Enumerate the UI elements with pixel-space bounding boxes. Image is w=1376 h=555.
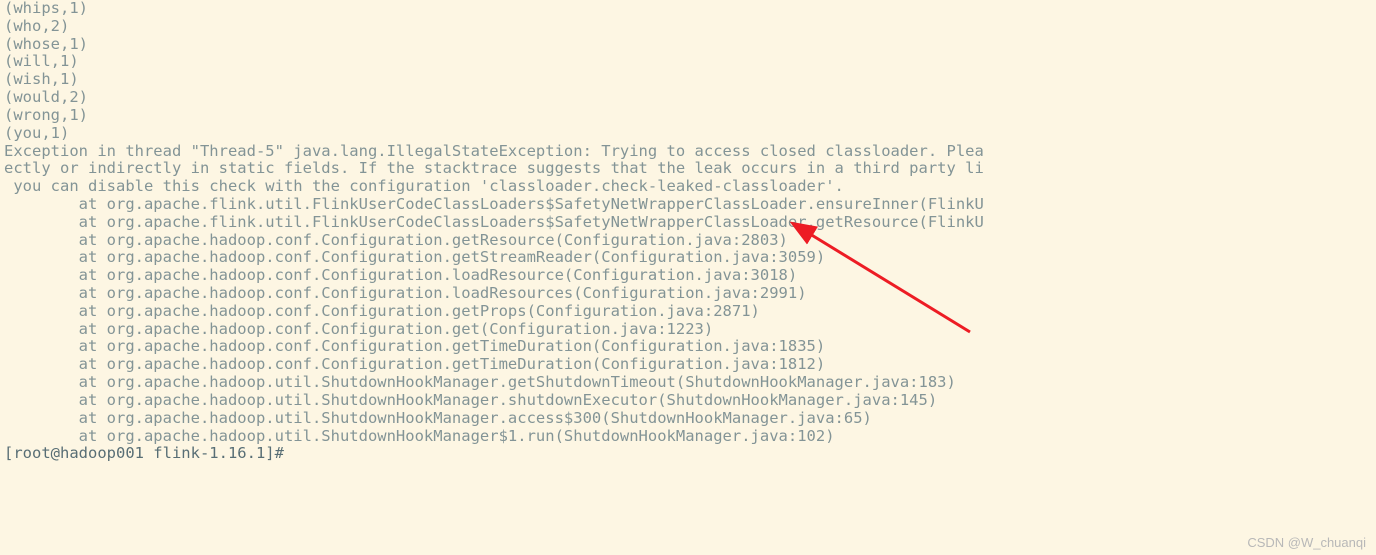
stacktrace-line: at org.apache.hadoop.conf.Configuration.…	[4, 302, 760, 320]
exception-line: Exception in thread "Thread-5" java.lang…	[4, 142, 984, 160]
stacktrace-line: at org.apache.hadoop.conf.Configuration.…	[4, 231, 788, 249]
stacktrace-line: at org.apache.hadoop.conf.Configuration.…	[4, 248, 825, 266]
wordcount-line: (wish,1)	[4, 70, 79, 88]
exception-line: you can disable this check with the conf…	[4, 177, 844, 195]
wordcount-line: (whips,1)	[4, 0, 88, 17]
wordcount-line: (whose,1)	[4, 35, 88, 53]
stacktrace-line: at org.apache.flink.util.FlinkUserCodeCl…	[4, 213, 984, 231]
stacktrace-line: at org.apache.hadoop.util.ShutdownHookMa…	[4, 409, 872, 427]
stacktrace-line: at org.apache.hadoop.util.ShutdownHookMa…	[4, 373, 956, 391]
wordcount-line: (who,2)	[4, 17, 69, 35]
wordcount-line: (you,1)	[4, 124, 69, 142]
terminal-output[interactable]: (whips,1) (who,2) (whose,1) (will,1) (wi…	[0, 0, 1376, 463]
stacktrace-line: at org.apache.hadoop.conf.Configuration.…	[4, 355, 825, 373]
stacktrace-line: at org.apache.flink.util.FlinkUserCodeCl…	[4, 195, 984, 213]
wordcount-line: (wrong,1)	[4, 106, 88, 124]
stacktrace-line: at org.apache.hadoop.util.ShutdownHookMa…	[4, 391, 937, 409]
stacktrace-line: at org.apache.hadoop.conf.Configuration.…	[4, 266, 797, 284]
wordcount-line: (would,2)	[4, 88, 88, 106]
wordcount-line: (will,1)	[4, 52, 79, 70]
stacktrace-line: at org.apache.hadoop.conf.Configuration.…	[4, 337, 825, 355]
stacktrace-line: at org.apache.hadoop.util.ShutdownHookMa…	[4, 427, 835, 445]
stacktrace-line: at org.apache.hadoop.conf.Configuration.…	[4, 284, 807, 302]
stacktrace-line: at org.apache.hadoop.conf.Configuration.…	[4, 320, 713, 338]
watermark: CSDN @W_chuanqi	[1247, 536, 1366, 551]
exception-line: ectly or indirectly in static fields. If…	[4, 159, 984, 177]
shell-prompt[interactable]: [root@hadoop001 flink-1.16.1]#	[4, 444, 284, 462]
